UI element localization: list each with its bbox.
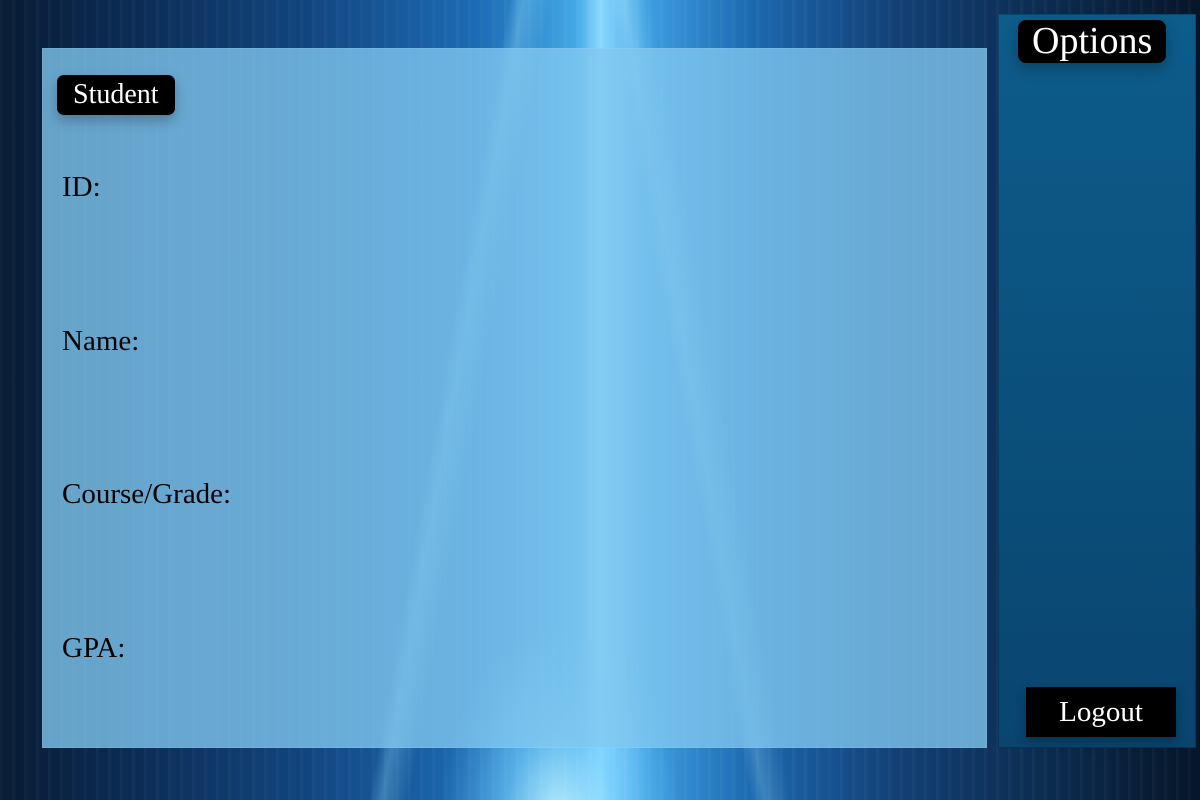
- course-grade-label: Course/Grade:: [62, 478, 232, 510]
- id-label: ID:: [62, 171, 101, 203]
- student-section-badge: Student: [57, 75, 175, 115]
- name-label: Name:: [62, 325, 140, 357]
- options-title: Options: [1018, 20, 1167, 63]
- student-info-panel: Student ID: Name: Course/Grade: GPA:: [42, 48, 987, 748]
- logout-button[interactable]: Logout: [1026, 687, 1176, 737]
- gpa-label: GPA:: [62, 632, 126, 664]
- options-sidebar: Options Logout: [998, 14, 1196, 748]
